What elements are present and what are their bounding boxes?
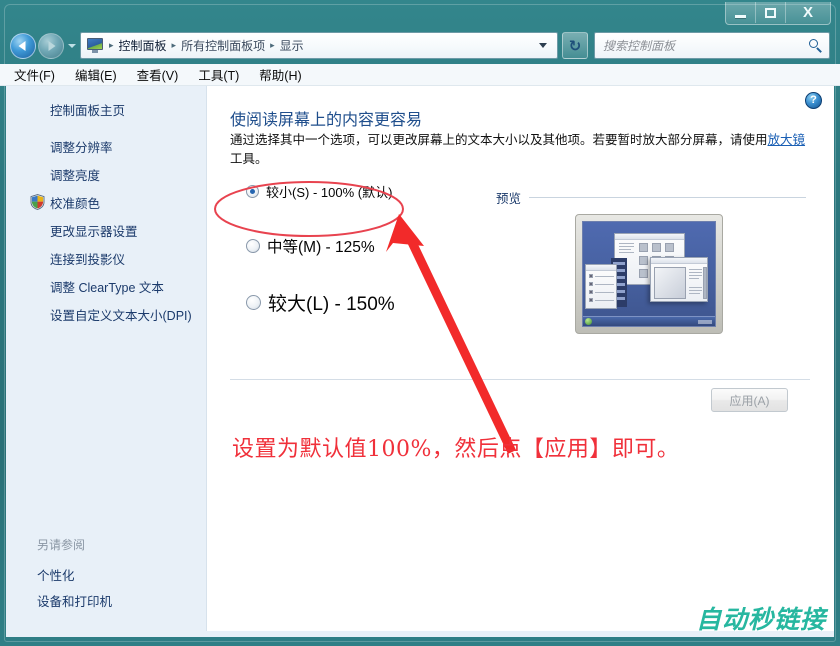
radio-option-larger-150[interactable]: 较大(L) - 150%	[246, 289, 395, 316]
radio-option-label: 中等(M) - 125%	[267, 239, 375, 256]
menu-item-edit[interactable]: 编辑(E)	[75, 65, 117, 84]
sidebar-item-control-panel-home[interactable]: 控制面板主页	[50, 100, 125, 119]
sidebar-item-devices-and-printers[interactable]: 设备和打印机	[6, 587, 207, 613]
sidebar-item-label: 更改显示器设置	[50, 224, 138, 239]
help-icon[interactable]: ?	[805, 92, 822, 109]
search-box[interactable]	[594, 32, 830, 59]
minimize-button[interactable]	[726, 2, 756, 23]
preview-clock	[698, 320, 712, 324]
sidebar-item-label: 设备和打印机	[37, 594, 113, 609]
main-content: ? 使阅读屏幕上的内容更容易 通过选择其中一个选项，可以更改屏幕上的文本大小以及…	[208, 86, 834, 631]
forward-arrow-icon	[48, 41, 56, 51]
forward-button[interactable]	[38, 33, 64, 59]
sidebar-item-adjust-resolution[interactable]: 调整分辨率	[6, 132, 207, 160]
sidebar-item-label: 连接到投影仪	[50, 252, 126, 267]
preview-taskbar	[583, 316, 715, 326]
watermark: 自动秒链接	[695, 606, 826, 634]
page-title: 使阅读屏幕上的内容更容易	[230, 112, 423, 129]
menu-item-view[interactable]: 查看(V)	[137, 65, 179, 84]
preview-title: 预览	[496, 192, 522, 206]
sidebar-item-label: 个性化	[37, 568, 75, 583]
preview-window-list	[585, 264, 617, 309]
page-description: 通过选择其中一个选项，可以更改屏幕上的文本大小以及其他项。若要暂时放大部分屏幕，…	[230, 131, 810, 169]
maximize-icon	[765, 7, 776, 18]
radio-button-icon[interactable]	[246, 295, 261, 310]
menu-item-help[interactable]: 帮助(H)	[259, 65, 301, 84]
breadcrumb-separator: ▸	[171, 40, 177, 50]
breadcrumb-separator: ▸	[109, 40, 114, 50]
breadcrumb-item-all-items[interactable]: 所有控制面板项	[178, 37, 268, 54]
sidebar-item-label: 调整 ClearType 文本	[50, 280, 164, 295]
minimize-icon	[735, 14, 746, 18]
title-bar[interactable]: X	[0, 0, 840, 28]
content-divider	[230, 379, 810, 380]
menu-item-file[interactable]: 文件(F)	[14, 65, 55, 84]
sidebar-task-list: 调整分辨率 调整亮度 校准颜色 更改显示器设置 连接到投影仪 调整 ClearT…	[6, 132, 207, 328]
preview-window-front	[650, 257, 708, 302]
sidebar-item-label: 调整分辨率	[50, 140, 113, 155]
radio-option-medium-125[interactable]: 中等(M) - 125%	[246, 235, 395, 257]
refresh-button[interactable]: ↻	[562, 32, 588, 59]
control-panel-icon	[87, 38, 103, 53]
window-controls: X	[725, 2, 831, 25]
preview-monitor-image	[575, 214, 723, 334]
sidebar-item-personalization[interactable]: 个性化	[6, 561, 207, 587]
sidebar-item-connect-projector[interactable]: 连接到投影仪	[6, 244, 207, 272]
close-icon: X	[802, 4, 813, 21]
sidebar-item-adjust-brightness[interactable]: 调整亮度	[6, 160, 207, 188]
page-description-text-before: 通过选择其中一个选项，可以更改屏幕上的文本大小以及其他项。若要暂时放大部分屏幕，…	[230, 133, 768, 147]
apply-button[interactable]: 应用(A)	[711, 388, 788, 412]
text-size-radio-group: 较小(S) - 100% (默认) 中等(M) - 125% 较大(L) - 1…	[246, 182, 395, 316]
maximize-button[interactable]	[756, 2, 786, 23]
sidebar-item-adjust-cleartype[interactable]: 调整 ClearType 文本	[6, 272, 207, 300]
menu-item-tools[interactable]: 工具(T)	[198, 65, 239, 84]
radio-option-smaller-100[interactable]: 较小(S) - 100% (默认)	[246, 182, 395, 201]
sidebar-item-calibrate-color[interactable]: 校准颜色	[6, 188, 207, 216]
see-also-title: 另请参阅	[37, 538, 86, 552]
sidebar-item-change-display-settings[interactable]: 更改显示器设置	[6, 216, 207, 244]
address-bar[interactable]: ▸ 控制面板 ▸ 所有控制面板项 ▸ 显示	[80, 32, 558, 59]
refresh-icon: ↻	[568, 37, 582, 55]
recent-pages-chevron-down-icon[interactable]	[68, 44, 76, 48]
preview-section-header: 预览	[496, 188, 806, 207]
sidebar-item-label: 调整亮度	[50, 168, 101, 183]
navigation-bar: ▸ 控制面板 ▸ 所有控制面板项 ▸ 显示 ↻	[0, 28, 840, 64]
breadcrumb-item-display[interactable]: 显示	[277, 37, 307, 54]
radio-option-label: 较大(L) - 150%	[268, 294, 395, 315]
preview-start-orb-icon	[585, 318, 592, 325]
sidebar-item-label: 校准颜色	[50, 196, 101, 211]
breadcrumb-item-control-panel[interactable]: 控制面板	[116, 37, 170, 54]
search-icon	[809, 38, 823, 53]
close-button[interactable]: X	[786, 2, 830, 23]
magnifier-link[interactable]: 放大镜	[768, 133, 806, 147]
preview-screen	[582, 221, 716, 327]
sidebar: 控制面板主页 调整分辨率 调整亮度 校准颜色 更改显示器设置 连接到投影仪 调整…	[6, 86, 207, 631]
see-also-section: 另请参阅 个性化 设备和打印机	[6, 536, 207, 613]
address-dropdown-chevron-down-icon[interactable]	[539, 43, 547, 48]
page-description-text-after: 工具。	[230, 152, 268, 166]
uac-shield-icon	[30, 194, 45, 210]
preview-divider	[529, 197, 806, 198]
breadcrumb-separator: ▸	[270, 40, 275, 50]
search-input[interactable]	[601, 37, 801, 54]
window-root: X ▸ 控制面板 ▸ 所有控制面板项 ▸ 显示 ↻ 搜索控制面板 文件(F) 编…	[0, 0, 840, 646]
back-arrow-icon	[18, 41, 26, 51]
sidebar-item-label: 设置自定义文本大小(DPI)	[50, 308, 192, 323]
sidebar-item-custom-dpi[interactable]: 设置自定义文本大小(DPI)	[6, 300, 207, 328]
menu-bar: 文件(F) 编辑(E) 查看(V) 工具(T) 帮助(H)	[0, 64, 840, 86]
radio-option-label: 较小(S) - 100% (默认)	[266, 185, 393, 200]
back-button[interactable]	[10, 33, 36, 59]
radio-button-icon[interactable]	[246, 185, 259, 198]
client-area: 控制面板主页 调整分辨率 调整亮度 校准颜色 更改显示器设置 连接到投影仪 调整…	[6, 86, 834, 631]
radio-button-icon[interactable]	[246, 239, 260, 253]
